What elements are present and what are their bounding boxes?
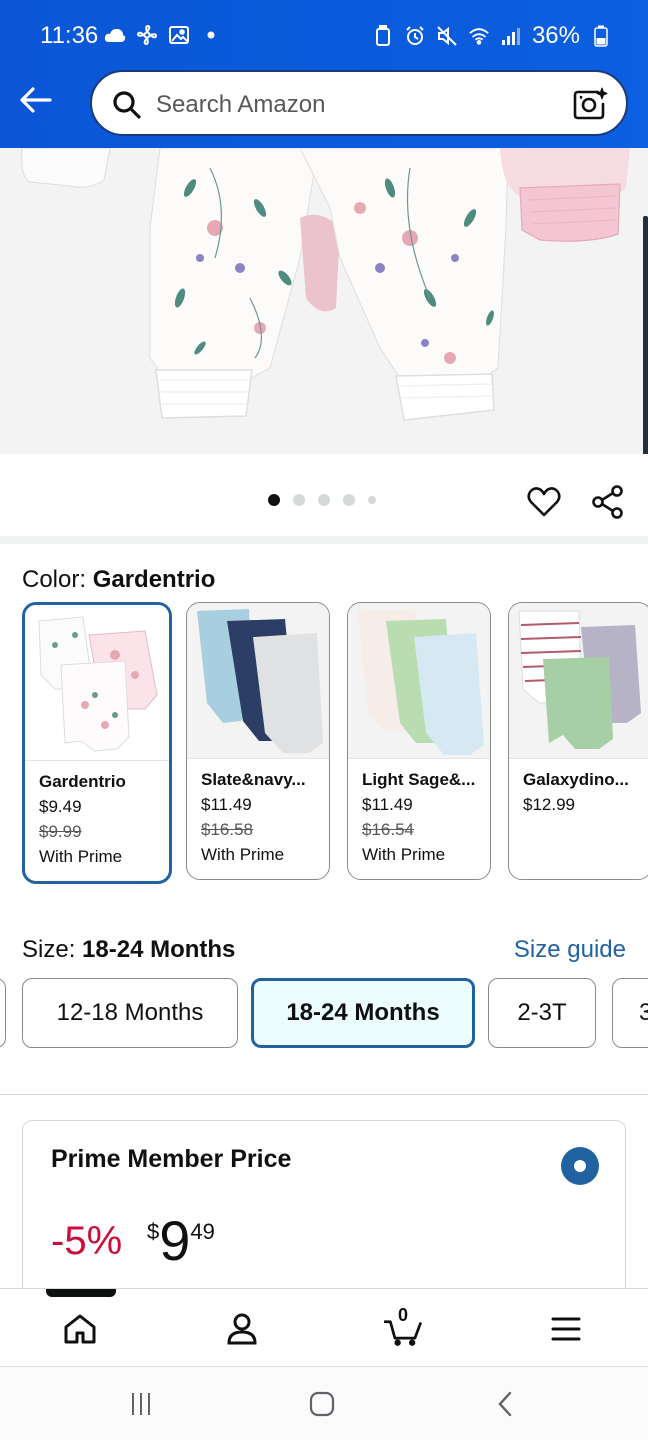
price-option-radio[interactable]	[561, 1147, 599, 1185]
system-navigation-bar	[0, 1366, 648, 1440]
size-guide-link[interactable]: Size guide	[514, 936, 626, 964]
alarm-icon	[404, 25, 426, 47]
size-label: Size: 18-24 Months	[22, 936, 236, 963]
dot-icon	[200, 24, 222, 46]
price: $ 9 49	[147, 1213, 215, 1269]
size-option-12-18-months[interactable]: 12-18 Months	[22, 978, 238, 1048]
price-option-title: Prime Member Price	[51, 1145, 292, 1173]
battery-saver-icon	[372, 25, 394, 47]
search-bar[interactable]: Search Amazon	[90, 70, 628, 136]
camera-search-icon[interactable]	[572, 86, 608, 122]
size-option-3[interactable]: 3	[612, 978, 648, 1048]
color-label: Color: Gardentrio	[22, 566, 216, 593]
swatch-prime-badge: With Prime	[201, 845, 285, 864]
person-icon	[227, 1313, 257, 1345]
swatch-image	[187, 603, 329, 759]
discount-percent: -5%	[51, 1219, 123, 1263]
signal-icon	[500, 25, 522, 47]
price-currency: $	[147, 1219, 160, 1244]
swatch-list-price: $16.54	[362, 820, 414, 839]
selected-size: 18-24 Months	[82, 936, 236, 963]
recent-apps-button[interactable]	[124, 1387, 158, 1421]
active-tab-indicator	[46, 1289, 116, 1297]
swatch-list-price: $16.58	[201, 820, 253, 839]
section-divider	[0, 536, 648, 544]
chevron-left-icon	[498, 1391, 512, 1417]
pagination-dot-active[interactable]	[268, 494, 280, 506]
battery-percent: 36%	[531, 22, 580, 49]
swatch-info: Galaxydino... $12.99	[523, 767, 643, 817]
swatch-info: Slate&navy... $11.49 $16.58 With Prime	[201, 767, 321, 867]
pagination-dot[interactable]	[368, 496, 376, 504]
status-notification-icons	[104, 24, 222, 46]
heart-icon[interactable]	[526, 484, 562, 520]
swatch-price: $11.49	[201, 795, 252, 814]
swatch-info: Gardentrio $9.49 $9.99 With Prime	[39, 769, 161, 869]
swatch-price: $12.99	[523, 795, 575, 814]
swatch-prime-badge: With Prime	[362, 845, 446, 864]
mute-icon	[436, 25, 458, 47]
status-system-icons: 36%	[372, 22, 612, 50]
swatch-info: Light Sage&... $11.49 $16.54 With Prime	[362, 767, 482, 867]
image-pagination-dots[interactable]	[268, 494, 376, 506]
swatch-image	[348, 603, 490, 759]
nav-menu[interactable]	[546, 1309, 586, 1349]
cart-count: 0	[398, 1305, 409, 1325]
product-image[interactable]	[0, 148, 648, 454]
swatch-name: Galaxydino...	[523, 770, 629, 789]
swatch-price: $9.49	[39, 797, 82, 816]
home-button[interactable]	[305, 1387, 339, 1421]
search-icon	[113, 91, 141, 119]
price-whole: 9	[159, 1209, 191, 1272]
swatch-name: Gardentrio	[39, 772, 126, 791]
arrow-left-icon	[20, 87, 52, 113]
size-option-partial-left[interactable]	[0, 978, 6, 1048]
selected-color: Gardentrio	[92, 566, 216, 593]
pagination-dot[interactable]	[318, 494, 330, 506]
swatch-name: Light Sage&...	[362, 770, 476, 789]
size-option-2-3t[interactable]: 2-3T	[488, 978, 596, 1048]
pagination-dot[interactable]	[343, 494, 355, 506]
nav-cart[interactable]: 0	[384, 1305, 424, 1349]
hamburger-menu-icon	[551, 1317, 581, 1341]
nav-home[interactable]	[60, 1309, 100, 1349]
share-icon[interactable]	[590, 484, 626, 520]
wifi-icon	[468, 25, 490, 47]
home-icon	[64, 1314, 96, 1344]
color-swatch-gardentrio[interactable]: Gardentrio $9.49 $9.99 With Prime	[22, 602, 172, 884]
price-fraction: 49	[190, 1219, 215, 1244]
system-back-button[interactable]	[488, 1387, 522, 1421]
swatch-name: Slate&navy...	[201, 770, 306, 789]
gallery-icon	[168, 24, 190, 46]
size-options: 12-18 Months 18-24 Months 2-3T 3	[0, 976, 648, 1052]
nav-account[interactable]	[222, 1309, 262, 1349]
swatch-price: $11.49	[362, 795, 413, 814]
color-swatch-light-sage[interactable]: Light Sage&... $11.49 $16.54 With Prime	[347, 602, 491, 880]
swatch-prime-badge: With Prime	[39, 847, 123, 866]
recent-apps-icon	[132, 1393, 150, 1415]
status-time: 11:36	[40, 22, 99, 49]
home-square-icon	[309, 1391, 335, 1417]
fan-icon	[136, 24, 158, 46]
cloud-icon	[104, 24, 126, 46]
color-swatches: Gardentrio $9.49 $9.99 With Prime Slate&…	[22, 602, 648, 884]
status-bar: 11:36 36%	[0, 0, 648, 70]
bottom-navigation: 0	[0, 1288, 648, 1366]
color-swatch-galaxydino[interactable]: Galaxydino... $12.99	[508, 602, 648, 880]
swatch-image	[25, 605, 169, 761]
search-input[interactable]: Search Amazon	[156, 91, 325, 119]
swatch-list-price: $9.99	[39, 822, 82, 841]
scroll-indicator	[643, 216, 648, 456]
app-header: 11:36 36% Search Amazon	[0, 0, 648, 148]
back-button[interactable]	[18, 82, 54, 118]
swatch-image	[509, 603, 648, 759]
image-footer	[0, 454, 648, 538]
section-divider	[0, 1094, 648, 1095]
color-swatch-slate-navy[interactable]: Slate&navy... $11.49 $16.58 With Prime	[186, 602, 330, 880]
battery-icon	[590, 25, 612, 47]
size-option-18-24-months[interactable]: 18-24 Months	[251, 978, 475, 1048]
pagination-dot[interactable]	[293, 494, 305, 506]
